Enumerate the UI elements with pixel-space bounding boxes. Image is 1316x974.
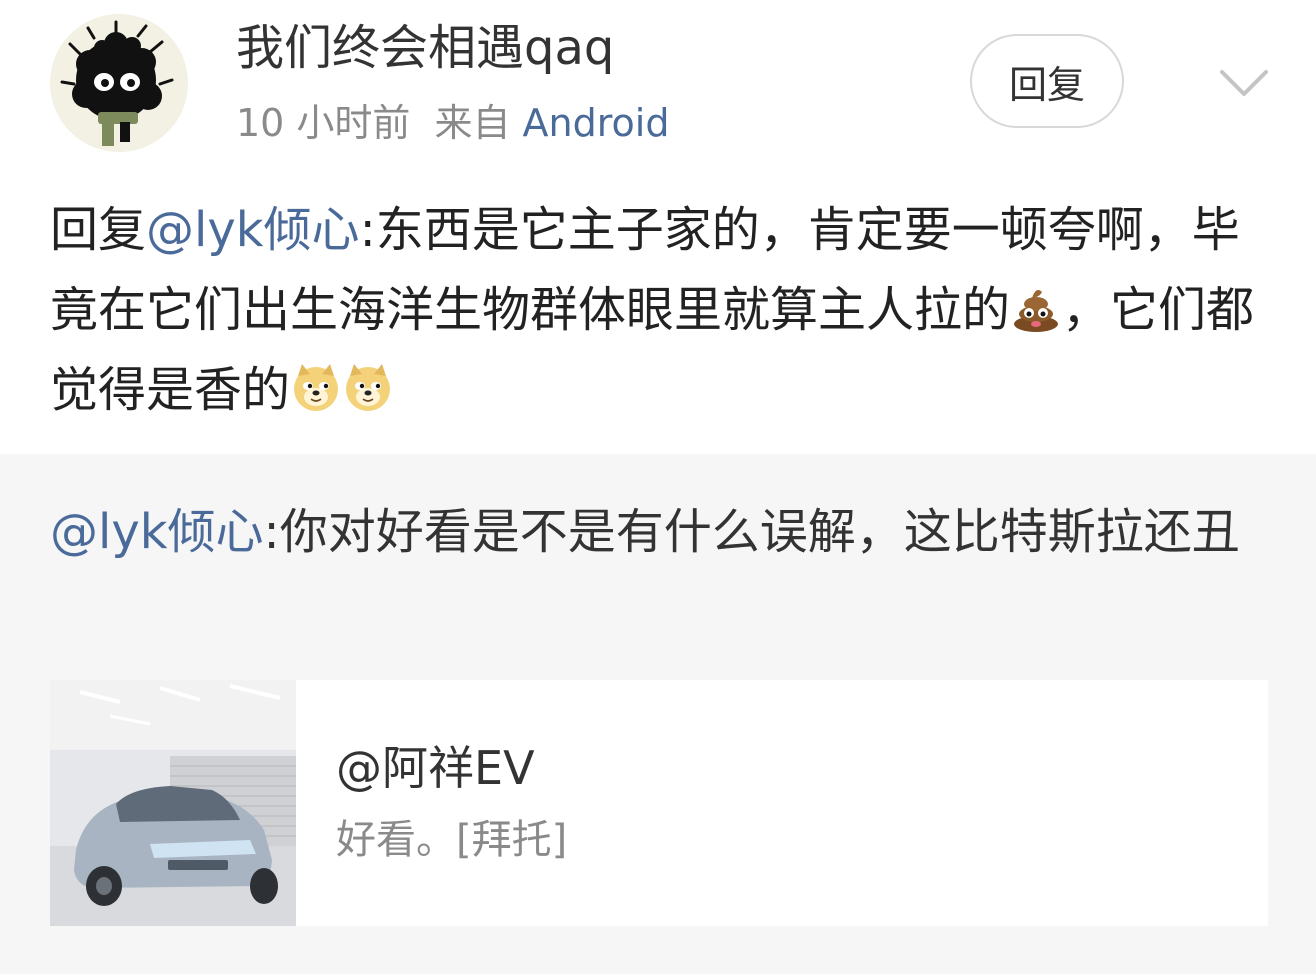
soot-sprite-avatar-icon bbox=[50, 14, 188, 152]
doge-emoji-icon bbox=[290, 362, 342, 414]
comment-text: 回复@lyk倾心:东西是它主子家的，肯定要一顿夸啊，毕竟在它们出生海洋生物群体眼… bbox=[50, 190, 1270, 430]
post-meta: 10 小时前 来自 Android bbox=[236, 98, 669, 148]
doge-emoji-icon bbox=[342, 362, 394, 414]
mention-link[interactable]: @lyk倾心 bbox=[146, 202, 360, 258]
quoted-text: @lyk倾心:你对好看是不是有什么误解，这比特斯拉还丑 bbox=[50, 494, 1270, 570]
user-avatar[interactable] bbox=[50, 14, 188, 152]
car-photo-icon bbox=[50, 680, 296, 926]
original-post-card[interactable]: @阿祥EV 好看。[拜托] bbox=[50, 680, 1268, 926]
post-source: Android bbox=[522, 101, 670, 145]
post-time: 10 小时前 bbox=[236, 101, 411, 145]
card-author[interactable]: @阿祥EV bbox=[336, 740, 535, 796]
username[interactable]: 我们终会相遇qaq bbox=[236, 18, 614, 78]
chevron-down-icon[interactable] bbox=[1214, 60, 1274, 104]
reply-prefix: 回复 bbox=[50, 202, 147, 258]
comment-page: 我们终会相遇qaq 10 小时前 来自 Android 回复 回复@lyk倾心:东… bbox=[0, 0, 1316, 974]
car-photo-thumbnail[interactable] bbox=[50, 680, 296, 926]
poop-emoji-icon bbox=[1010, 282, 1062, 334]
reply-button[interactable]: 回复 bbox=[970, 34, 1124, 128]
from-label: 来自 bbox=[434, 101, 511, 145]
card-text: 好看。[拜托] bbox=[336, 817, 568, 863]
quoted-body: :你对好看是不是有什么误解，这比特斯拉还丑 bbox=[263, 504, 1240, 560]
quoted-mention-link[interactable]: @lyk倾心 bbox=[50, 504, 264, 560]
